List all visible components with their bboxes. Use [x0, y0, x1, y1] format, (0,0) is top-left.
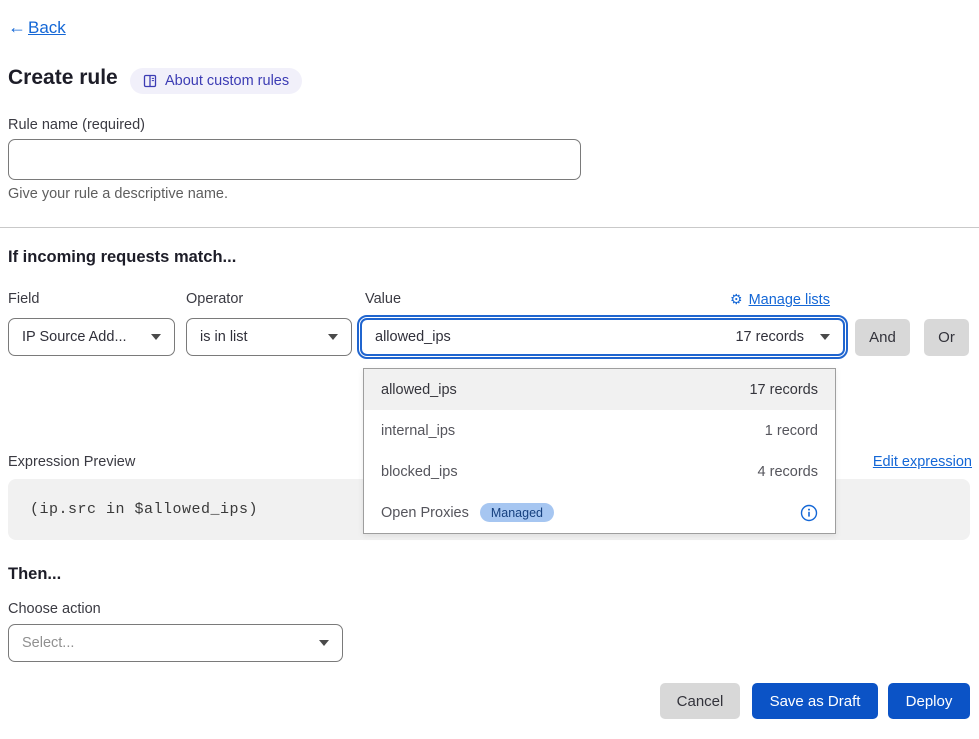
- gear-icon: ⚙: [730, 291, 743, 308]
- value-select[interactable]: allowed_ips 17 records: [360, 318, 845, 356]
- value-select-records: 17 records: [735, 329, 804, 345]
- option-name: blocked_ips: [381, 464, 458, 480]
- then-section-heading: Then...: [8, 565, 61, 584]
- value-dropdown-panel: allowed_ips 17 records internal_ips 1 re…: [363, 368, 836, 534]
- chevron-down-icon: [328, 334, 338, 340]
- back-link[interactable]: ←Back: [8, 17, 66, 38]
- manage-lists-label: Manage lists: [749, 292, 830, 308]
- option-records: 17 records: [749, 382, 818, 398]
- operator-label: Operator: [186, 291, 243, 307]
- operator-select[interactable]: is in list: [186, 318, 352, 356]
- dropdown-option-internal-ips[interactable]: internal_ips 1 record: [364, 410, 835, 451]
- field-label: Field: [8, 291, 39, 307]
- chevron-down-icon: [151, 334, 161, 340]
- deploy-button[interactable]: Deploy: [888, 683, 970, 719]
- back-label: Back: [28, 18, 66, 38]
- about-custom-rules-link[interactable]: About custom rules: [130, 68, 302, 94]
- book-icon: [143, 74, 157, 88]
- field-select[interactable]: IP Source Add...: [8, 318, 175, 356]
- option-name: allowed_ips: [381, 382, 457, 398]
- value-select-value: allowed_ips: [375, 329, 451, 345]
- chevron-down-icon: [319, 640, 329, 646]
- option-records: 1 record: [765, 423, 818, 439]
- rule-name-helper: Give your rule a descriptive name.: [8, 186, 228, 202]
- create-rule-page: ←Back Create rule About custom rules Rul…: [0, 0, 979, 739]
- choose-action-label: Choose action: [8, 601, 101, 617]
- section-divider: [0, 227, 979, 228]
- action-select[interactable]: Select...: [8, 624, 343, 662]
- action-select-placeholder: Select...: [22, 635, 74, 651]
- managed-badge: Managed: [480, 503, 554, 522]
- operator-select-value: is in list: [200, 329, 248, 345]
- value-label: Value: [365, 291, 401, 307]
- and-button[interactable]: And: [855, 319, 910, 356]
- or-button[interactable]: Or: [924, 319, 969, 356]
- save-as-draft-button[interactable]: Save as Draft: [752, 683, 878, 719]
- dropdown-option-open-proxies[interactable]: Open Proxies Managed: [364, 492, 835, 533]
- back-arrow-icon: ←: [8, 17, 26, 38]
- option-name: internal_ips: [381, 423, 455, 439]
- cancel-button[interactable]: Cancel: [660, 683, 740, 719]
- rule-name-label: Rule name (required): [8, 117, 145, 133]
- option-records: 4 records: [758, 464, 818, 480]
- about-custom-rules-label: About custom rules: [165, 73, 289, 89]
- expression-code: (ip.src in $allowed_ips): [30, 501, 258, 518]
- page-title: Create rule: [8, 66, 118, 90]
- chevron-down-icon: [820, 334, 830, 340]
- manage-lists-link[interactable]: ⚙ Manage lists: [730, 291, 830, 308]
- option-name: Open Proxies: [381, 505, 469, 521]
- rule-name-input[interactable]: [8, 139, 581, 180]
- dropdown-option-blocked-ips[interactable]: blocked_ips 4 records: [364, 451, 835, 492]
- match-section-heading: If incoming requests match...: [8, 248, 236, 267]
- edit-expression-link[interactable]: Edit expression: [873, 454, 972, 470]
- field-select-value: IP Source Add...: [22, 329, 127, 345]
- expression-preview-label: Expression Preview: [8, 454, 135, 470]
- info-icon[interactable]: [800, 504, 818, 522]
- edit-expression-label: Edit expression: [873, 454, 972, 470]
- dropdown-option-allowed-ips[interactable]: allowed_ips 17 records: [364, 369, 835, 410]
